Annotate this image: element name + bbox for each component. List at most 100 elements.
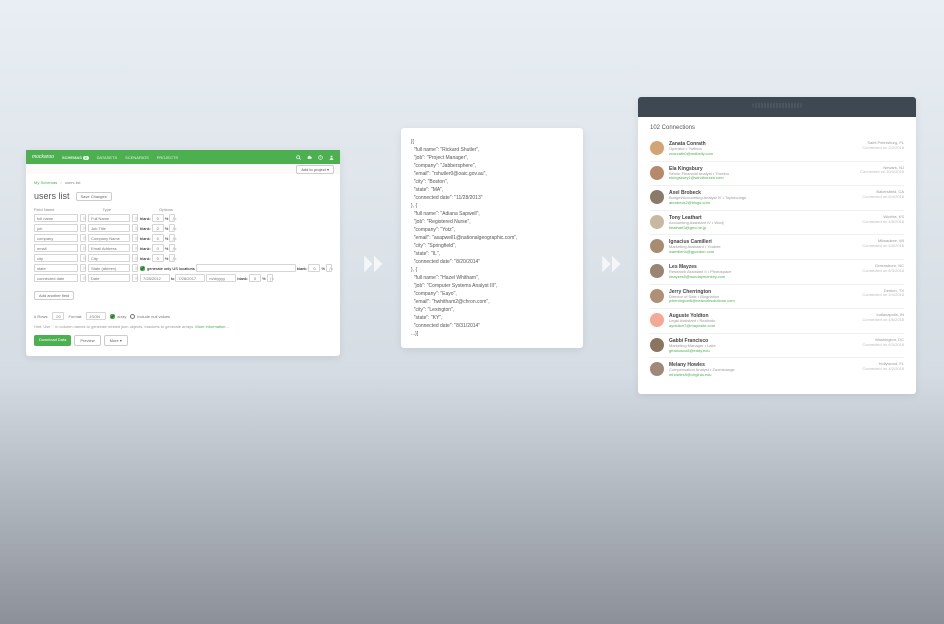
drag-icon[interactable]: ⠿: [80, 214, 86, 222]
connections-list: Zanata Conrath Operator • Twitbox zconra…: [650, 137, 904, 382]
drag-icon[interactable]: ⠿: [80, 264, 86, 272]
date-format-input[interactable]: m/d/yyyy: [206, 274, 236, 282]
save-button[interactable]: Save Changes: [76, 192, 112, 201]
type-select[interactable]: State (abbrev): [88, 264, 130, 272]
connection-row[interactable]: Axel Brobeck Budget/Accounting Analyst I…: [650, 186, 904, 211]
date-max-input[interactable]: 7/28/2017: [175, 274, 205, 282]
field-row: job ⠿ Job Title ⠿ blank:0%ƒx: [34, 224, 332, 232]
add-to-project-button[interactable]: Add to project ▾: [296, 165, 334, 174]
field-row: connected date ⠿ Date ⠿ 7/28/2012 to 7/2…: [34, 274, 332, 282]
restrict-input[interactable]: [196, 264, 296, 272]
type-select[interactable]: Company Name: [88, 234, 130, 242]
blank-input[interactable]: 0: [152, 254, 164, 262]
blank-input[interactable]: 0: [152, 224, 164, 232]
fieldname-input[interactable]: email: [34, 244, 78, 252]
expand-icon[interactable]: ⠿: [132, 264, 138, 272]
avatar: [650, 338, 664, 352]
more-button[interactable]: More ▾: [104, 335, 128, 346]
blank-input[interactable]: 0: [152, 244, 164, 252]
type-select[interactable]: Full Name: [88, 214, 130, 222]
expand-icon[interactable]: ⠿: [132, 224, 138, 232]
connection-email[interactable]: tleathart3@geo.ne.jp: [669, 226, 862, 231]
fieldname-input[interactable]: company: [34, 234, 78, 242]
download-button[interactable]: Download Data: [34, 335, 71, 346]
expand-icon[interactable]: ⠿: [132, 274, 138, 282]
connection-email[interactable]: gfrancisco8@eddy.edu: [669, 349, 862, 354]
connection-email[interactable]: abrobeck2@blogs.com: [669, 201, 862, 206]
breadcrumb: My Schemas › users list: [34, 180, 332, 185]
avatar: [650, 190, 664, 204]
user-icon[interactable]: [329, 155, 334, 160]
array-checkbox[interactable]: [110, 314, 115, 319]
nav-schemas[interactable]: SCHEMAS2: [62, 155, 89, 160]
schema-title: users list: [34, 191, 70, 201]
connection-email[interactable]: mhowles9@virginia.edu: [669, 373, 862, 378]
fieldname-input[interactable]: full name: [34, 214, 78, 222]
connection-date: Connected on 4/5/2018: [862, 220, 904, 225]
type-select[interactable]: City: [88, 254, 130, 262]
connection-email[interactable]: ayoldton7@mayosite.com: [669, 324, 862, 329]
nav-scenarios[interactable]: SCENARIOS: [125, 155, 149, 160]
us-only-checkbox[interactable]: [140, 266, 145, 271]
connection-email[interactable]: jcherrington6@networksolutions.com: [669, 299, 862, 304]
more-info-link[interactable]: More information...: [195, 324, 228, 329]
connection-email[interactable]: zconrath0@redbelly.com: [669, 152, 862, 157]
type-select[interactable]: Date: [88, 274, 130, 282]
add-field-button[interactable]: Add another field: [34, 291, 74, 300]
panel-titlebar: [638, 97, 916, 117]
drag-icon[interactable]: ⠿: [80, 244, 86, 252]
field-row: state ⠿ State (abbrev) ⠿ generate only U…: [34, 264, 332, 272]
nav-datasets[interactable]: DATASETS: [97, 155, 118, 160]
connection-row[interactable]: Les Mayzes Research Assistant II • Photo…: [650, 260, 904, 285]
column-headers: Field Name Type Options: [34, 207, 332, 212]
drag-icon[interactable]: ⠿: [80, 274, 86, 282]
expand-icon[interactable]: ⠿: [132, 244, 138, 252]
connection-row[interactable]: Ignacius Camilleri Marketing Assistant •…: [650, 235, 904, 260]
fieldname-input[interactable]: connected date: [34, 274, 78, 282]
connection-email[interactable]: lmayzes5@sundaymonkey.com: [669, 275, 862, 280]
blank-input[interactable]: 0: [152, 234, 164, 242]
nav-projects[interactable]: PROJECTS: [157, 155, 178, 160]
type-select[interactable]: Email Address: [88, 244, 130, 252]
connection-row[interactable]: Jerry Cherrington Director of Sale • Blo…: [650, 285, 904, 310]
date-min-input[interactable]: 7/28/2012: [140, 274, 170, 282]
drag-icon[interactable]: ⠿: [80, 234, 86, 242]
connection-row[interactable]: Auguste Yoldton Legal Assistant • Realin…: [650, 309, 904, 334]
fx-button[interactable]: ƒx: [169, 254, 175, 262]
crumb-root[interactable]: My Schemas: [34, 180, 57, 185]
fieldname-input[interactable]: state: [34, 264, 78, 272]
drag-handle-icon[interactable]: [752, 103, 802, 108]
connection-row[interactable]: Ela Kingsbury Senior Financial Analyst •…: [650, 162, 904, 187]
connection-email[interactable]: ekingsbury1@windhorses.com: [669, 176, 860, 181]
format-select[interactable]: JSON: [86, 312, 106, 320]
fx-button[interactable]: ƒx: [169, 234, 175, 242]
expand-icon[interactable]: ⠿: [132, 254, 138, 262]
search-icon[interactable]: [296, 155, 301, 160]
drag-icon[interactable]: ⠿: [80, 224, 86, 232]
fieldname-input[interactable]: job: [34, 224, 78, 232]
app-header: mockaroo SCHEMAS2 DATASETS SCENARIOS PRO…: [26, 150, 340, 164]
connection-row[interactable]: Zanata Conrath Operator • Twitbox zconra…: [650, 137, 904, 162]
avatar: [650, 362, 664, 376]
connection-row[interactable]: Gabbi Francisco Marketing Manager • Lake…: [650, 334, 904, 359]
fieldname-input[interactable]: city: [34, 254, 78, 262]
expand-icon[interactable]: ⠿: [132, 214, 138, 222]
null-checkbox[interactable]: [130, 314, 135, 319]
type-select[interactable]: Job Title: [88, 224, 130, 232]
expand-icon[interactable]: ⠿: [132, 234, 138, 242]
connection-row[interactable]: Melany Howles Compensation Analyst • Zoo…: [650, 358, 904, 382]
connection-date: Connected on 4/2/2018: [862, 367, 904, 372]
drag-icon[interactable]: ⠿: [80, 254, 86, 262]
connection-date: Connected on 10/4/2018: [860, 170, 904, 175]
connection-date: Connected on 4/5/2018: [862, 244, 904, 249]
help-icon[interactable]: ?: [318, 155, 323, 160]
fx-button[interactable]: ƒx: [169, 244, 175, 252]
fx-button[interactable]: ƒx: [169, 224, 175, 232]
preview-button[interactable]: Preview: [74, 335, 100, 346]
connection-row[interactable]: Tony Leathart Accounting Assistant IV • …: [650, 211, 904, 236]
fx-button[interactable]: ƒx: [169, 214, 175, 222]
blank-input[interactable]: 0: [152, 214, 164, 222]
connection-email[interactable]: icamilleri4@gpordon.com: [669, 250, 862, 255]
rows-input[interactable]: 20: [52, 312, 64, 320]
cloud-icon[interactable]: [307, 155, 312, 160]
